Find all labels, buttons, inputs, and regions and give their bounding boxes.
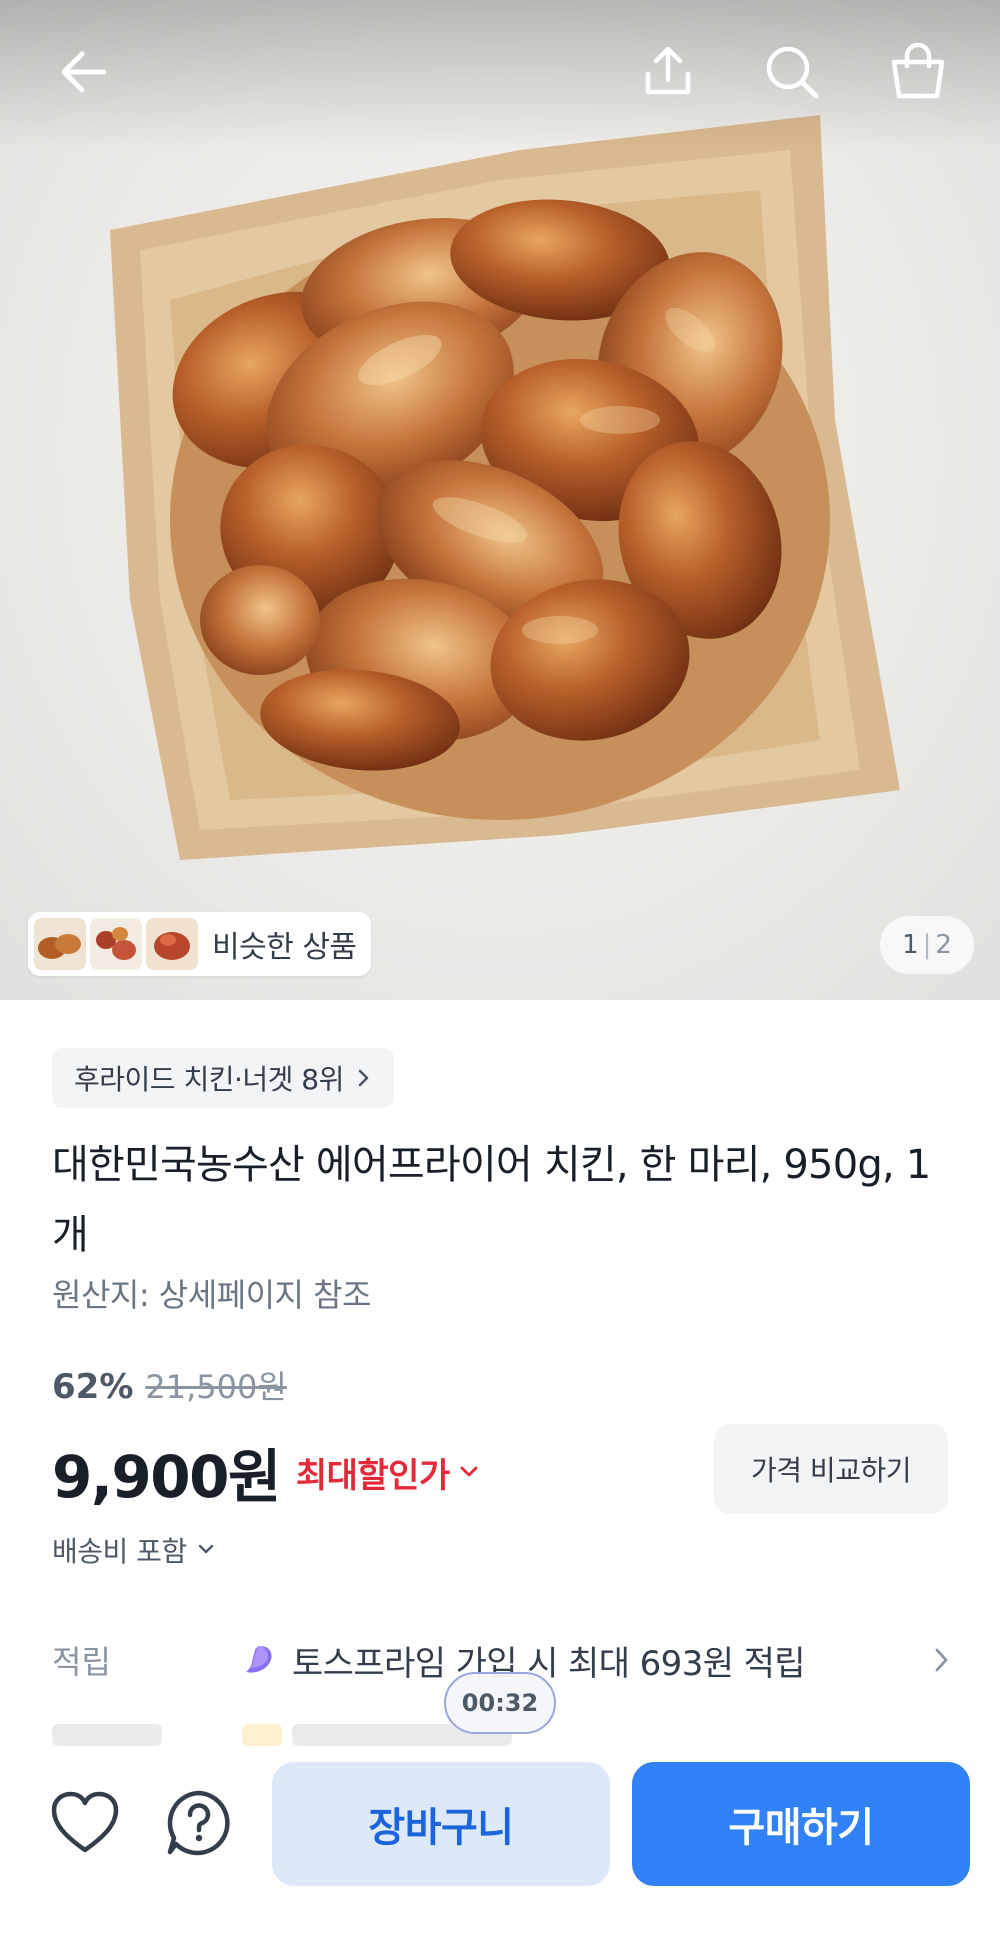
similar-thumbnail: [34, 918, 86, 970]
share-icon: [645, 46, 691, 95]
question-bubble-icon: [167, 1790, 230, 1856]
chevron-right-icon: [358, 1069, 369, 1087]
category-rank-label: 후라이드 치킨·너겟 8위: [74, 1063, 344, 1096]
similar-thumbnail: [90, 918, 142, 970]
similar-thumbnail: [146, 918, 198, 970]
inquiry-button[interactable]: [154, 1778, 244, 1868]
wishlist-button[interactable]: [40, 1778, 130, 1868]
fried-chicken-photo: [110, 115, 900, 860]
max-discount-label: 최대할인가: [295, 1455, 450, 1496]
sale-price: 9,900원: [52, 1443, 281, 1511]
toss-prime-logo-icon: [246, 1646, 272, 1673]
points-label: 적립: [52, 1643, 111, 1681]
pager-divider: |: [922, 930, 932, 960]
original-price: 21,500원: [145, 1368, 287, 1406]
discount-row: 62% 21,500원: [52, 1362, 287, 1408]
chevron-down-icon: [460, 1466, 478, 1477]
points-text: 토스프라임 가입 시 최대 693원 적립: [292, 1643, 806, 1684]
search-icon: [766, 46, 819, 99]
similar-products-button[interactable]: 비슷한 상품: [28, 912, 371, 976]
elapsed-timer: 00:32: [444, 1672, 556, 1734]
similar-products-label: 비슷한 상품: [212, 930, 357, 965]
pager-current: 1: [902, 930, 919, 960]
price-compare-button[interactable]: 가격 비교하기: [714, 1424, 948, 1514]
discount-rate: 62%: [52, 1367, 134, 1407]
shipping-label: 배송비 포함: [52, 1535, 187, 1568]
partially-hidden-rating-row: [52, 1716, 752, 1746]
chevron-down-icon: [198, 1544, 213, 1554]
shopping-bag-icon: [891, 42, 945, 99]
pager-total: 2: [935, 930, 952, 960]
top-app-bar: [0, 0, 1000, 150]
share-button[interactable]: [628, 32, 708, 112]
back-button[interactable]: [44, 32, 124, 112]
chevron-right-icon: [935, 1648, 948, 1672]
back-arrow-icon: [61, 51, 107, 93]
image-pager: 1 | 2: [880, 916, 974, 974]
product-title: 대한민국농수산 에어프라이어 치킨, 한 마리, 950g, 1개: [52, 1142, 931, 1258]
max-discount-toggle[interactable]: 최대할인가: [296, 1448, 480, 1497]
buy-now-button[interactable]: 구매하기: [632, 1762, 970, 1886]
shopping-bag-button[interactable]: [878, 32, 958, 112]
price-row: 9,900원 최대할인가: [52, 1430, 480, 1514]
search-button[interactable]: [752, 32, 832, 112]
heart-icon: [51, 1791, 119, 1853]
shipping-toggle[interactable]: 배송비 포함: [52, 1530, 215, 1570]
add-to-cart-button[interactable]: 장바구니: [272, 1762, 610, 1886]
product-image-gallery[interactable]: 비슷한 상품 1 | 2: [0, 0, 1000, 1000]
category-rank-chip[interactable]: 후라이드 치킨·너겟 8위: [52, 1048, 394, 1108]
product-origin: 원산지: 상세페이지 참조: [52, 1276, 372, 1314]
